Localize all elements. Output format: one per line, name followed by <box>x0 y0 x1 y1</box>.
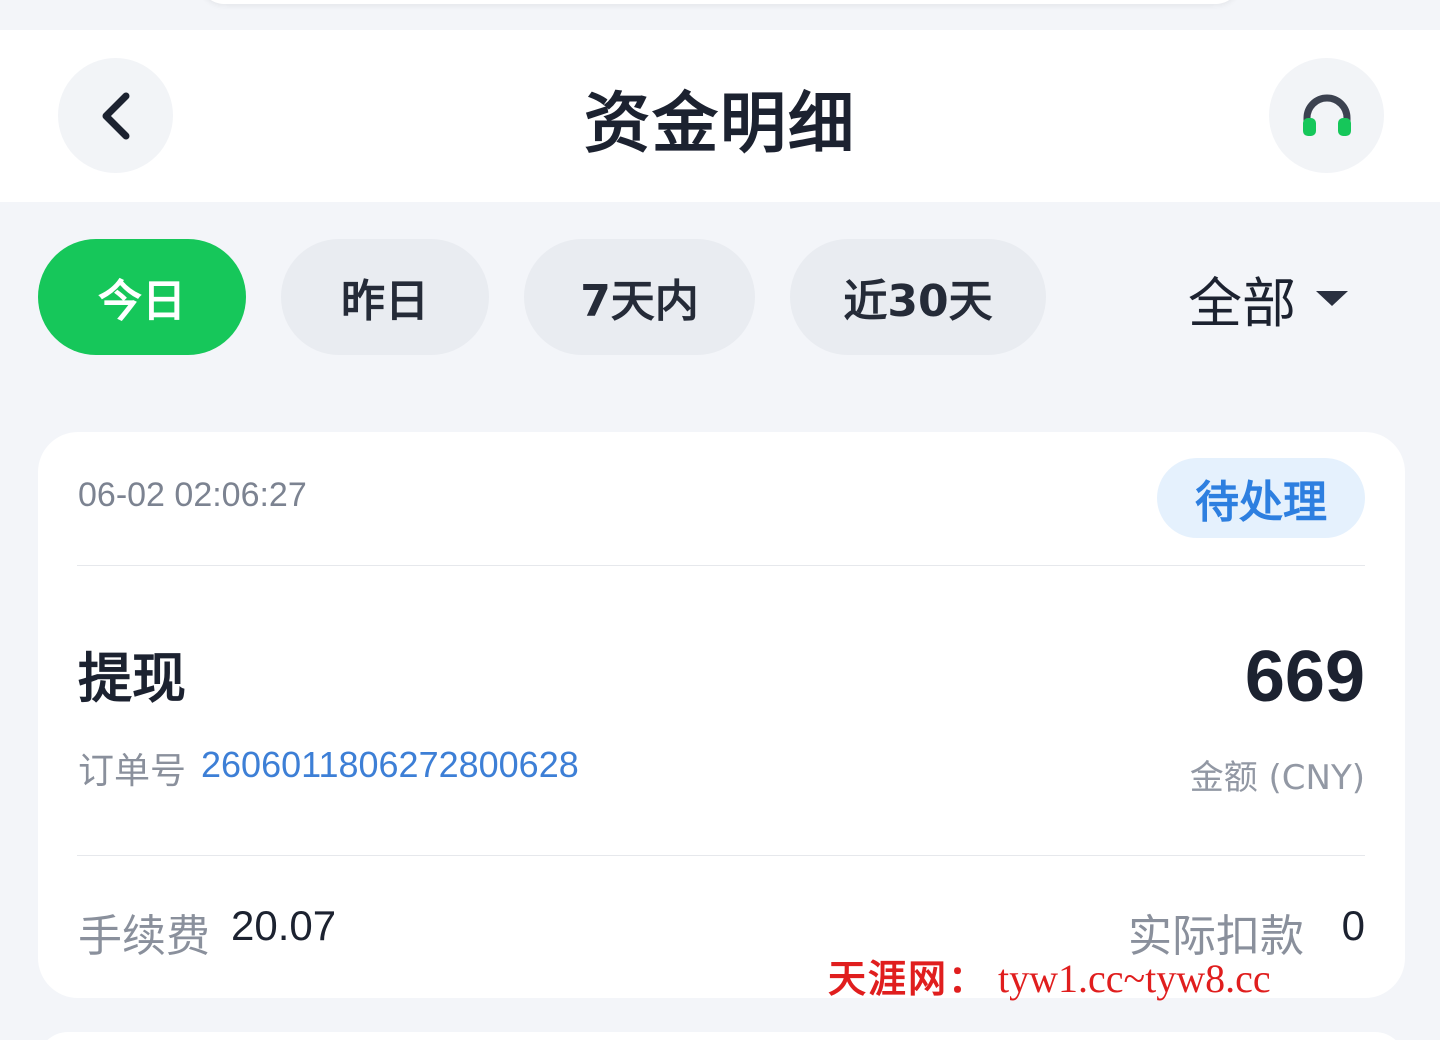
divider <box>77 565 1365 566</box>
header: 资金明细 <box>0 30 1440 202</box>
divider <box>77 855 1365 856</box>
tab-yesterday[interactable]: 昨日 <box>281 239 489 355</box>
transaction-time: 06-02 02:06:27 <box>78 476 307 514</box>
type-filter-dropdown[interactable]: 全部 <box>1188 263 1348 335</box>
order-number[interactable]: 2606011806272800628 <box>201 744 579 786</box>
page-title: 资金明细 <box>584 85 856 162</box>
caret-down-icon <box>1316 290 1348 306</box>
search-bar-edge <box>200 0 1240 4</box>
actual-deduction-value: 0 <box>1341 902 1365 949</box>
headset-icon <box>1302 94 1351 136</box>
fee-value: 20.07 <box>231 902 337 949</box>
watermark-url: tyw1.cc~tyw8.cc <box>998 956 1271 1001</box>
amount-value: 669 <box>1244 637 1365 717</box>
tab-7-days[interactable]: 7天内 <box>524 239 755 355</box>
transaction-card[interactable]: 06-02 02:06:27 待处理 提现 订单号 26060118062728… <box>38 432 1405 998</box>
tab-today[interactable]: 今日 <box>38 239 246 355</box>
amount-label: 金额 (CNY) <box>1189 758 1365 798</box>
customer-service-button[interactable] <box>1269 58 1384 173</box>
status-badge: 待处理 <box>1157 458 1365 538</box>
order-number-label: 订单号 <box>78 751 187 792</box>
watermark: 天涯网： tyw1.cc~tyw8.cc <box>828 948 1271 1001</box>
tab-30-days[interactable]: 近30天 <box>790 239 1046 355</box>
fee-label: 手续费 <box>78 911 210 962</box>
transaction-type: 提现 <box>78 647 186 710</box>
date-filter-bar: 今日 昨日 7天内 近30天 全部 <box>0 239 1440 355</box>
watermark-name: 天涯网： <box>828 956 989 1001</box>
type-filter-label: 全部 <box>1188 271 1296 335</box>
next-transaction-card[interactable] <box>38 1032 1405 1040</box>
top-strip <box>0 0 1440 30</box>
